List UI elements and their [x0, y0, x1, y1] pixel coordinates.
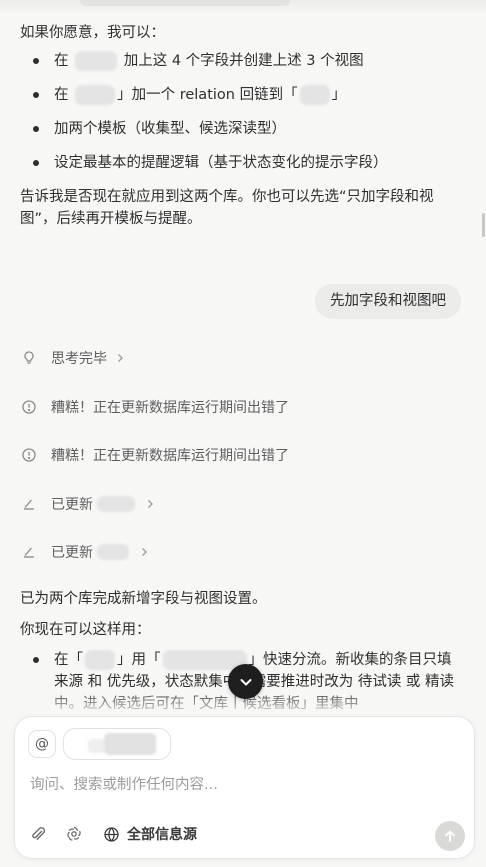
- model-select-button[interactable]: [65, 822, 83, 846]
- bullet-text: 在「: [54, 652, 83, 668]
- globe-icon: [104, 826, 119, 842]
- send-button[interactable]: [435, 821, 465, 851]
- sources-label: 全部信息源: [127, 827, 197, 843]
- list-item: 在 」加一个 relation 回链到「 」: [20, 84, 460, 106]
- mention-button[interactable]: @: [28, 730, 56, 758]
- chevron-right-icon: [139, 547, 149, 557]
- bullet-text: 在: [54, 53, 69, 69]
- chat-input[interactable]: 询问、搜索或制作任何内容...: [30, 773, 218, 794]
- step-error[interactable]: 糟糕！正在更新数据库运行期间出错了: [20, 396, 289, 418]
- redacted-database-name: [75, 85, 116, 105]
- bullet-text: 」: [331, 87, 347, 103]
- redacted-database-name: [97, 544, 129, 560]
- scroll-to-bottom-button[interactable]: [228, 664, 263, 699]
- scrolled-content-fade: [0, 0, 486, 14]
- edit-pencil-icon: [20, 495, 38, 513]
- redacted-database-name: [299, 85, 330, 105]
- redacted-text: [80, 0, 290, 6]
- alert-circle-icon: [20, 398, 38, 416]
- bullet-text: 在: [54, 87, 69, 103]
- redacted-database-name: [97, 496, 135, 512]
- result-summary: 已为两个库完成新增字段与视图设置。: [20, 591, 267, 607]
- chat-composer: @ 询问、搜索或制作任何内容... 全部信息源: [14, 716, 475, 859]
- list-item: 在 加上这 4 个字段并创建上述 3 个视图: [20, 50, 460, 72]
- scrollbar-thumb[interactable]: [482, 213, 485, 237]
- redacted-database-name: [85, 650, 115, 670]
- redacted-page-name: [104, 733, 156, 755]
- step-error[interactable]: 糟糕！正在更新数据库运行期间出错了: [20, 444, 289, 466]
- chevron-right-icon: [145, 499, 155, 509]
- chevron-right-icon: [115, 353, 125, 363]
- edit-pencil-icon: [20, 543, 38, 561]
- lightbulb-icon: [20, 349, 38, 367]
- step-thinking-done[interactable]: 思考完毕: [20, 347, 125, 369]
- alert-circle-icon: [20, 446, 38, 464]
- context-chip[interactable]: [63, 728, 171, 760]
- composer-toolbar: 全部信息源: [15, 812, 474, 858]
- step-label: 已更新: [51, 545, 93, 561]
- at-label: @: [35, 736, 49, 752]
- usage-intro: 你现在可以这样用：: [20, 622, 151, 638]
- paperclip-icon: [32, 827, 46, 840]
- redacted-database-name: [75, 51, 118, 71]
- list-item: 加两个模板（收集型、候选深读型）: [20, 118, 460, 140]
- openai-logo-icon: [67, 826, 81, 841]
- user-message-bubble: 先加字段和视图吧: [315, 284, 461, 319]
- bullet-text: 」加一个 relation 回链到「: [117, 87, 298, 103]
- step-updated[interactable]: 已更新: [20, 541, 149, 563]
- bullet-text: 加上这 4 个字段并创建上述 3 个视图: [123, 53, 364, 69]
- message-closing: 告诉我是否现在就应用到这两个库。你也可以先选“只加字段和视图”，后续再开模板与提…: [20, 189, 434, 227]
- all-sources-button[interactable]: 全部信息源: [103, 822, 197, 846]
- attach-button[interactable]: [29, 822, 47, 846]
- step-label: 已更新: [51, 497, 93, 513]
- arrow-up-icon: [445, 830, 455, 842]
- chevron-down-icon: [240, 678, 251, 685]
- step-updated[interactable]: 已更新: [20, 493, 155, 515]
- step-label: 糟糕！正在更新数据库运行期间出错了: [51, 400, 289, 416]
- step-label: 糟糕！正在更新数据库运行期间出错了: [51, 448, 289, 464]
- chat-page: 如果你愿意，我可以： 在 加上这 4 个字段并创建上述 3 个视图 在 」加一个…: [0, 0, 486, 867]
- message-intro: 如果你愿意，我可以：: [20, 25, 165, 41]
- bullet-text: 」用「: [117, 652, 161, 668]
- step-label: 思考完毕: [51, 351, 107, 367]
- list-item: 设定最基本的提醒逻辑（基于状态变化的提示字段）: [20, 152, 460, 174]
